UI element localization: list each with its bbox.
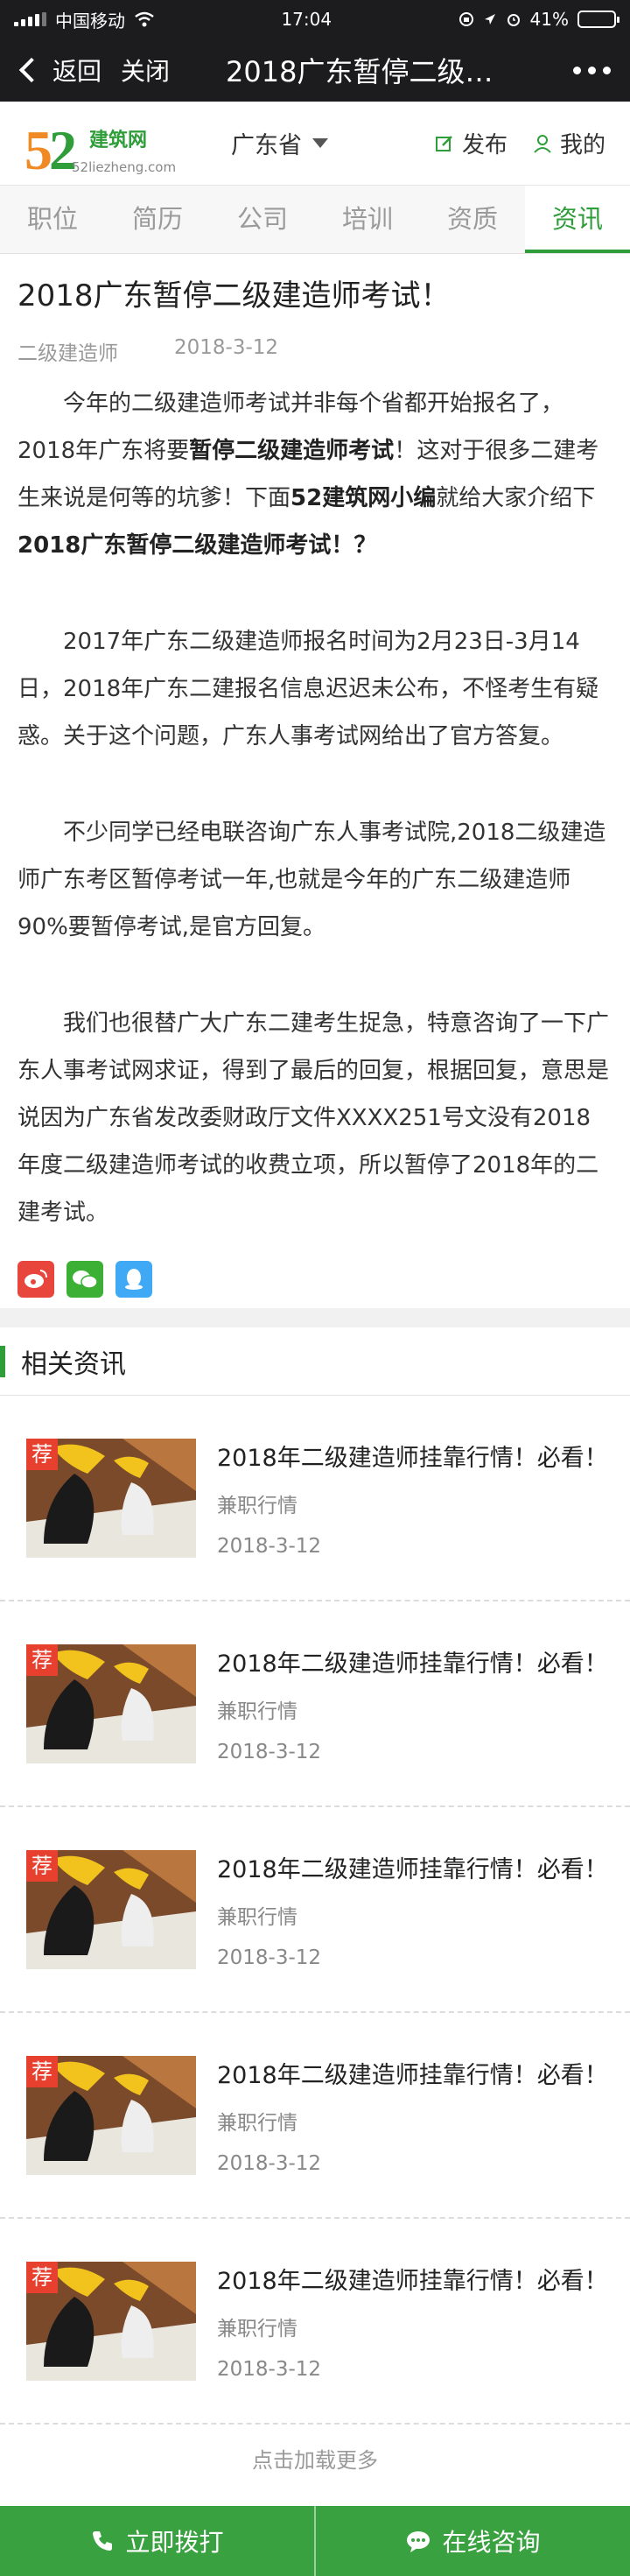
publish-button[interactable]: 发布 (434, 127, 508, 159)
news-title: 2018年二级建造师挂靠行情！必看！ (217, 2267, 608, 2295)
top-bar: 中国移动 17:04 41% 返回 关闭 2018广东暂停二级… (0, 0, 630, 102)
wechat-navbar: 返回 关闭 2018广东暂停二级… (0, 39, 630, 102)
article-paragraph: 我们也很替广大广东二建考生捉急，特意咨询了一下广东人事考试网求证，得到了最后的回… (18, 1010, 610, 1226)
news-thumbnail: 荐 (26, 2261, 196, 2381)
logo-text: 建筑网 (89, 129, 148, 151)
news-date: 2018-3-12 (217, 1534, 322, 1558)
tab-resumes[interactable]: 简历 (105, 186, 210, 253)
news-date: 2018-3-12 (217, 2357, 322, 2381)
related-news-header: 相关资讯 (0, 1327, 630, 1396)
tab-training[interactable]: 培训 (315, 186, 420, 253)
bold-text: 52建筑网小编 (290, 485, 437, 511)
recommend-badge: 荐 (26, 1643, 58, 1676)
my-account-label: 我的 (559, 132, 606, 158)
news-category: 兼职行情 (217, 1495, 298, 1517)
bottom-action-bar: 立即拨打 在线咨询 (0, 2506, 630, 2576)
news-title: 2018年二级建造师挂靠行情！必看！ (217, 1444, 608, 1472)
weibo-share-icon[interactable] (18, 1261, 54, 1298)
article-body: 今年的二级建造师考试并非每个省都开始报名了，2018年广东将要暂停二级建造师考试… (18, 380, 612, 1236)
more-menu-button[interactable] (573, 66, 611, 74)
chat-icon (407, 2531, 430, 2552)
article-paragraph: 不少同学已经电联咨询广东人事考试院,2018二级建造师广东考区暂停考试一年,也就… (18, 820, 606, 940)
battery-percent: 41% (529, 9, 569, 30)
tab-qualifications[interactable]: 资质 (420, 186, 525, 253)
publish-label: 发布 (461, 132, 508, 158)
chevron-left-icon (18, 57, 45, 83)
site-logo[interactable]: 5 2 建筑网 52liezheng.com (24, 109, 191, 179)
tab-jobs[interactable]: 职位 (0, 186, 105, 253)
list-item[interactable]: 荐 2018年二级建造师挂靠行情！必看！ 兼职行情 2018-3-12 (0, 1601, 630, 1807)
list-item[interactable]: 荐 2018年二级建造师挂靠行情！必看！ 兼职行情 2018-3-12 (0, 1396, 630, 1601)
wifi-icon (135, 11, 154, 27)
article-category[interactable]: 二级建造师 (18, 336, 118, 366)
news-title: 2018年二级建造师挂靠行情！必看！ (217, 2061, 608, 2089)
news-thumbnail: 荐 (26, 1849, 196, 1969)
news-date: 2018-3-12 (217, 1740, 322, 1763)
region-label: 广东省 (231, 132, 302, 159)
recommend-badge: 荐 (26, 2261, 58, 2293)
news-category: 兼职行情 (217, 1906, 298, 1929)
location-icon (484, 14, 495, 25)
recommend-badge: 荐 (26, 1849, 58, 1882)
tab-companies[interactable]: 公司 (210, 186, 315, 253)
recommend-badge: 荐 (26, 2055, 58, 2087)
article-date: 2018-3-12 (174, 336, 279, 359)
tab-news[interactable]: 资讯 (525, 186, 630, 253)
call-now-label: 立即拨打 (125, 2528, 224, 2557)
signal-icon (14, 12, 46, 26)
online-consult-label: 在线咨询 (442, 2528, 541, 2557)
region-selector[interactable]: 广东省 (231, 126, 328, 160)
bold-text: 暂停二级建造师考试 (189, 438, 395, 464)
close-button[interactable]: 关闭 (121, 53, 170, 88)
qq-share-icon[interactable] (116, 1261, 152, 1298)
related-news-list: 荐 2018年二级建造师挂靠行情！必看！ 兼职行情 2018-3-12 荐 20… (0, 1396, 630, 2425)
alarm-icon (507, 14, 520, 26)
bold-text: 2018广东暂停二级建造师考试！？ (18, 532, 377, 559)
accent-bar (0, 1345, 5, 1377)
list-item[interactable]: 荐 2018年二级建造师挂靠行情！必看！ 兼职行情 2018-3-12 (0, 2219, 630, 2425)
article-paragraph: 2017年广东二级建造师报名时间为2月23日-3月14日，2018年广东二建报名… (18, 629, 599, 750)
back-label: 返回 (52, 57, 102, 86)
rotation-lock-icon (458, 12, 473, 26)
list-item[interactable]: 荐 2018年二级建造师挂靠行情！必看！ 兼职行情 2018-3-12 (0, 2013, 630, 2219)
news-thumbnail: 荐 (26, 1643, 196, 1763)
list-item[interactable]: 荐 2018年二级建造师挂靠行情！必看！ 兼职行情 2018-3-12 (0, 1807, 630, 2013)
caret-down-icon (312, 138, 328, 148)
clock: 17:04 (281, 9, 332, 30)
phone-icon (93, 2531, 113, 2551)
wechat-share-icon[interactable] (66, 1261, 103, 1298)
news-category: 兼职行情 (217, 1700, 298, 1723)
news-date: 2018-3-12 (217, 1946, 322, 1969)
call-now-button[interactable]: 立即拨打 (0, 2506, 314, 2576)
news-category: 兼职行情 (217, 2112, 298, 2135)
news-date: 2018-3-12 (217, 2151, 322, 2175)
article-title: 2018广东暂停二级建造师考试！ (18, 278, 451, 313)
load-more-link[interactable]: 点击加载更多 (0, 2443, 630, 2474)
news-title: 2018年二级建造师挂靠行情！必看！ (217, 1650, 608, 1678)
article-paragraph: 今年的二级建造师考试并非每个省都开始报名了，2018年广东将要暂停二级建造师考试… (18, 380, 612, 569)
text-run: 就给大家介绍下 (436, 485, 596, 511)
site-header: 5 2 建筑网 52liezheng.com 广东省 发布 我的 (0, 102, 630, 186)
recommend-badge: 荐 (26, 1438, 58, 1470)
status-bar: 中国移动 17:04 41% (0, 0, 630, 39)
category-tabs: 职位 简历 公司 培训 资质 资讯 (0, 186, 630, 254)
edit-icon (435, 135, 452, 151)
online-consult-button[interactable]: 在线咨询 (314, 2506, 630, 2576)
my-account-button[interactable]: 我的 (532, 127, 606, 159)
section-divider (0, 1308, 630, 1327)
battery-icon (578, 11, 620, 28)
news-category: 兼职行情 (217, 2318, 298, 2340)
article: 2018广东暂停二级建造师考试！ 二级建造师 2018-3-12 今年的二级建造… (0, 254, 630, 1298)
related-news-title: 相关资讯 (21, 1348, 126, 1380)
user-icon (534, 134, 551, 153)
share-bar (18, 1261, 612, 1298)
carrier-label: 中国移动 (55, 10, 125, 32)
news-thumbnail: 荐 (26, 2055, 196, 2175)
logo-domain: 52liezheng.com (72, 158, 177, 175)
page-title: 2018广东暂停二级… (226, 55, 494, 88)
back-button[interactable]: 返回 (18, 53, 102, 88)
news-thumbnail: 荐 (26, 1438, 196, 1558)
article-meta: 二级建造师 2018-3-12 (18, 336, 612, 366)
news-title: 2018年二级建造师挂靠行情！必看！ (217, 1855, 608, 1883)
